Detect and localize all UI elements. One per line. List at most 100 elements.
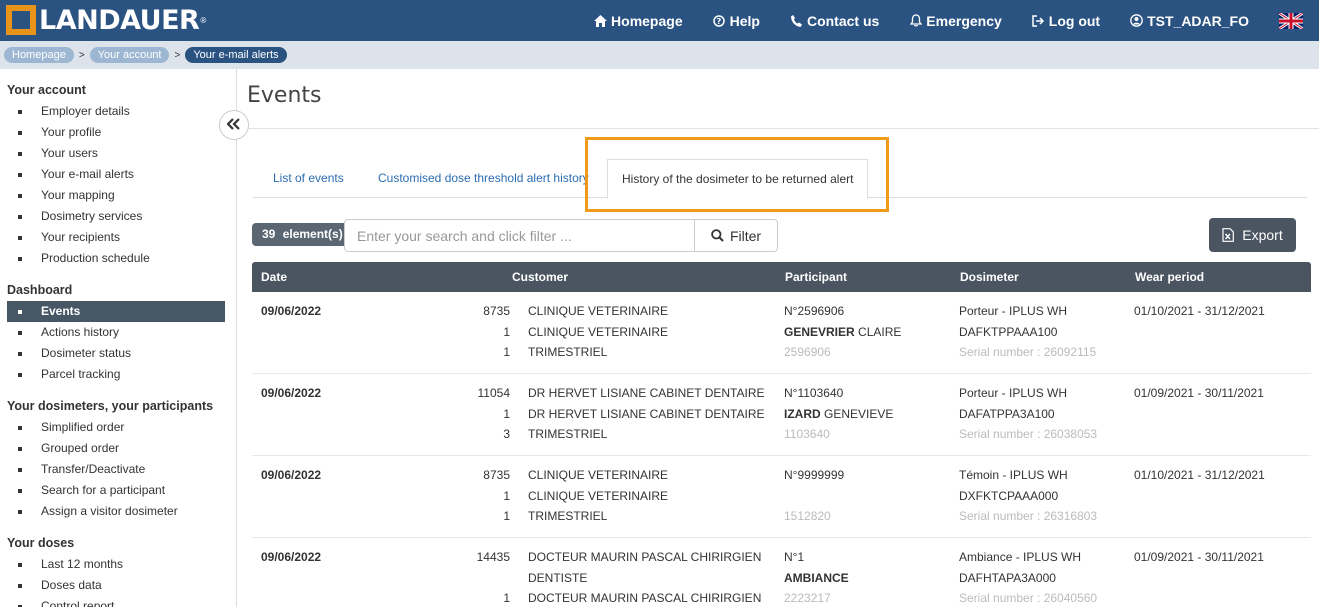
customer-line: TRIMESTRIEL bbox=[528, 345, 608, 359]
main-content: Events List of events Customised dose th… bbox=[237, 69, 1319, 607]
export-button-label: Export bbox=[1242, 227, 1283, 243]
cell-number: 1 bbox=[503, 406, 510, 421]
nav-help[interactable]: ? Help bbox=[713, 13, 760, 29]
sidebar-item-transfer-deactivate[interactable]: Transfer/Deactivate bbox=[7, 459, 225, 480]
tab-list-of-events[interactable]: List of events bbox=[273, 159, 344, 198]
nav-logout[interactable]: Log out bbox=[1032, 13, 1100, 29]
sidebar-item-employer-details[interactable]: Employer details bbox=[7, 101, 225, 122]
sidebar-item-actions-history[interactable]: Actions history bbox=[7, 322, 225, 343]
cell-dosimeter: Témoin - IPLUS WH DXFKTCPAAA000 Serial n… bbox=[959, 465, 1097, 527]
dosimeter-type: Porteur - IPLUS WH bbox=[959, 304, 1068, 318]
participant-last-name: IZARD bbox=[784, 406, 821, 421]
sidebar-item-search-participant[interactable]: Search for a participant bbox=[7, 480, 225, 501]
home-icon bbox=[594, 14, 608, 27]
dosimeter-serial: Serial number : 26038053 bbox=[959, 427, 1098, 441]
sidebar-item-your-mapping[interactable]: Your mapping bbox=[7, 185, 225, 206]
search-input[interactable] bbox=[344, 219, 695, 252]
table-row[interactable]: 09/06/2022 8735 1 1 CLINIQUE VETERINAIRE… bbox=[252, 456, 1311, 538]
nav-homepage-label: Homepage bbox=[611, 12, 683, 29]
column-header-participant[interactable]: Participant bbox=[785, 262, 847, 292]
breadcrumb-homepage[interactable]: Homepage bbox=[4, 47, 74, 63]
customer-line: DR HERVET LISIANE CABINET DENTAIRE bbox=[528, 386, 765, 400]
sidebar-item-dosimetry-services[interactable]: Dosimetry services bbox=[7, 206, 225, 227]
cell-numbers: 8735 1 1 bbox=[448, 301, 510, 363]
sidebar-section-your-account: Your account bbox=[7, 83, 86, 97]
nav-help-label: Help bbox=[729, 12, 760, 29]
sidebar-item-email-alerts[interactable]: Your e-mail alerts bbox=[7, 164, 225, 185]
cell-wear-period: 01/10/2021 - 31/12/2021 bbox=[1134, 304, 1265, 318]
sidebar-item-your-recipients[interactable]: Your recipients bbox=[7, 227, 225, 248]
participant-code: 2596906 bbox=[784, 345, 831, 359]
customer-line: DOCTEUR MAURIN PASCAL CHIRIRGIEN bbox=[528, 591, 762, 605]
sidebar-collapse-button[interactable] bbox=[219, 110, 249, 140]
export-button[interactable]: Export bbox=[1209, 218, 1296, 252]
sidebar-item-parcel-tracking[interactable]: Parcel tracking bbox=[7, 364, 225, 385]
tab-dosimeter-return-alert[interactable]: History of the dosimeter to be returned … bbox=[607, 159, 869, 199]
sidebar-item-doses-data[interactable]: Doses data bbox=[7, 575, 225, 596]
cell-numbers: 14435 1 bbox=[448, 547, 510, 607]
table-row[interactable]: 09/06/2022 14435 1 DOCTEUR MAURIN PASCAL… bbox=[252, 538, 1311, 607]
cell-wear-period: 01/09/2021 - 30/11/2021 bbox=[1134, 386, 1264, 400]
sidebar-item-your-users[interactable]: Your users bbox=[7, 143, 225, 164]
nav-emergency[interactable]: Emergency bbox=[909, 12, 1002, 29]
element-count-badge: 39 element(s) bbox=[252, 223, 353, 246]
table-row[interactable]: 09/06/2022 11054 1 3 DR HERVET LISIANE C… bbox=[252, 374, 1311, 456]
uk-flag-icon[interactable] bbox=[1278, 11, 1304, 30]
nav-contact-label: Contact us bbox=[806, 12, 880, 29]
sidebar-item-production-schedule[interactable]: Production schedule bbox=[7, 248, 225, 269]
filter-button[interactable]: Filter bbox=[694, 219, 778, 252]
landauer-logo[interactable]: LANDAUER ® bbox=[6, 4, 206, 36]
sidebar-item-simplified-order[interactable]: Simplified order bbox=[7, 417, 225, 438]
cell-numbers: 11054 1 3 bbox=[448, 383, 510, 445]
nav-homepage[interactable]: Homepage bbox=[594, 13, 683, 29]
column-header-dosimeter[interactable]: Dosimeter bbox=[960, 262, 1019, 292]
participant-code: 1103640 bbox=[784, 427, 830, 441]
nav-contact[interactable]: Contact us bbox=[790, 13, 879, 29]
top-nav: Homepage ? Help Contact us Emergency Log… bbox=[564, 0, 1319, 41]
cell-participant: N°2596906 GENEVRIER CLAIRE 2596906 bbox=[784, 301, 901, 363]
cell-wear-period: 01/09/2021 - 30/11/2021 bbox=[1134, 550, 1264, 564]
table-header: Date Customer Participant Dosimeter Wear… bbox=[252, 262, 1311, 292]
customer-line: CLINIQUE VETERINAIRE bbox=[528, 468, 669, 482]
question-circle-icon: ? bbox=[713, 14, 726, 27]
svg-text:?: ? bbox=[717, 17, 722, 26]
column-header-date[interactable]: Date bbox=[261, 262, 287, 292]
phone-icon bbox=[790, 14, 803, 27]
customer-line: CLINIQUE VETERINAIRE bbox=[528, 488, 669, 503]
cell-number: 14435 bbox=[476, 550, 510, 564]
table-row[interactable]: 09/06/2022 8735 1 1 CLINIQUE VETERINAIRE… bbox=[252, 292, 1311, 374]
tab-customised-dose-threshold[interactable]: Customised dose threshold alert history bbox=[378, 159, 589, 198]
sidebar-section-dosimeters-participants: Your dosimeters, your participants bbox=[7, 399, 214, 413]
page-title: Events bbox=[247, 83, 322, 108]
sidebar-item-grouped-order[interactable]: Grouped order bbox=[7, 438, 225, 459]
nav-logout-label: Log out bbox=[1048, 12, 1101, 29]
breadcrumb-email-alerts[interactable]: Your e-mail alerts bbox=[185, 47, 287, 63]
customer-line: DOCTEUR MAURIN PASCAL CHIRIRGIEN bbox=[528, 550, 762, 564]
sidebar-item-assign-visitor-dosimeter[interactable]: Assign a visitor dosimeter bbox=[7, 501, 225, 522]
sidebar-item-events[interactable]: Events bbox=[7, 301, 225, 322]
breadcrumb-separator: > bbox=[174, 49, 181, 61]
cell-number: 1 bbox=[503, 345, 510, 359]
breadcrumb-separator: > bbox=[78, 49, 85, 61]
cell-participant: N°1 AMBIANCE 2223217 bbox=[784, 547, 849, 607]
cell-date: 09/06/2022 bbox=[261, 468, 322, 482]
nav-user[interactable]: TST_ADAR_FO bbox=[1130, 13, 1249, 29]
sidebar-item-last-12-months[interactable]: Last 12 months bbox=[7, 554, 225, 575]
cell-number: 1 bbox=[503, 488, 510, 503]
breadcrumb-your-account[interactable]: Your account bbox=[89, 47, 170, 63]
participant-last-name: GENEVRIER bbox=[784, 324, 855, 339]
customer-line: DENTISTE bbox=[528, 570, 588, 585]
dosimeter-serial: Serial number : 26092115 bbox=[959, 345, 1097, 359]
participant-first-name: GENEVIEVE bbox=[824, 406, 894, 421]
sidebar-item-your-profile[interactable]: Your profile bbox=[7, 122, 225, 143]
column-header-wear-period[interactable]: Wear period bbox=[1135, 262, 1204, 292]
cell-number: 1 bbox=[503, 591, 510, 605]
logo-mark-icon bbox=[6, 5, 36, 35]
nav-emergency-label: Emergency bbox=[926, 12, 1002, 29]
sidebar-item-dosimeter-status[interactable]: Dosimeter status bbox=[7, 343, 225, 364]
participant-first-name: CLAIRE bbox=[858, 324, 902, 339]
sidebar-item-control-report[interactable]: Control report bbox=[7, 596, 225, 607]
column-header-customer[interactable]: Customer bbox=[512, 262, 568, 292]
cell-dosimeter: Ambiance - IPLUS WH DAFHTAPA3A000 Serial… bbox=[959, 547, 1097, 607]
bell-icon bbox=[909, 14, 922, 27]
